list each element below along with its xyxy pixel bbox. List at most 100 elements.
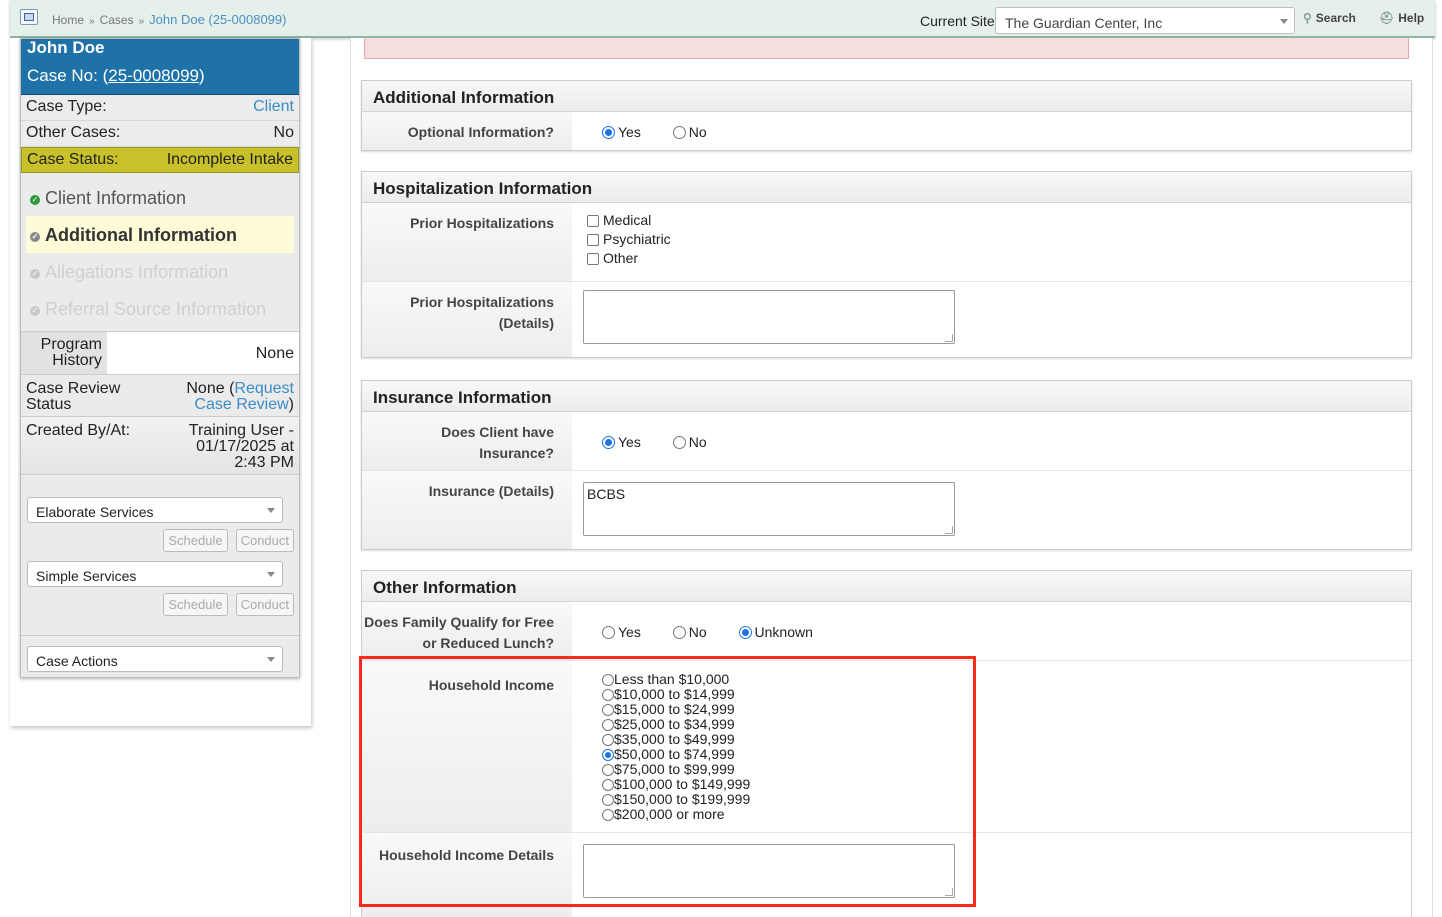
medical-checkbox-option[interactable]: Medical [587,211,1411,230]
current-site-label: Current Site [920,13,995,29]
case-status-value: Incomplete Intake [166,151,293,168]
client-name: John Doe [27,38,105,57]
search-label: Search [1315,11,1356,25]
lunch-unknown-option[interactable]: Unknown [738,624,813,640]
income-option[interactable]: $10,000 to $14,999 [602,687,1411,702]
income-option[interactable]: $200,000 or more [602,807,1411,822]
chevron-down-icon [267,657,275,662]
has-insurance-label: Does Client have Insurance? [362,412,572,470]
radio-button[interactable] [602,794,614,806]
insurance-yes-option[interactable]: Yes [602,434,641,450]
income-option[interactable]: $15,000 to $24,999 [602,702,1411,717]
case-header: John Doe Case No: (25-0008099) [21,39,299,95]
program-history-row: Program History None [21,331,299,375]
simple-services-select[interactable]: Simple Services [27,561,283,587]
insurance-details-textarea[interactable]: BCBS [583,482,955,536]
income-option[interactable]: $35,000 to $49,999 [602,732,1411,747]
prior-hospitalizations-row: Prior Hospitalizations Medical Psychiatr… [362,203,1411,282]
checkbox[interactable] [587,253,599,265]
elaborate-services-buttons: Schedule Conduct [21,523,299,552]
case-actions-value: Case Actions [36,653,118,669]
simple-schedule-button[interactable]: Schedule [163,593,228,616]
nav-client-information[interactable]: ✓ Client Information [21,179,299,216]
lunch-yes-option[interactable]: Yes [602,624,641,640]
radio-button[interactable] [672,126,686,139]
radio-button[interactable] [602,436,615,449]
other-checkbox-option[interactable]: Other [587,249,1411,268]
household-income-details-row: Household Income Details [362,833,1411,917]
help-link[interactable]: ⛑ Help [1379,11,1424,25]
prior-hospitalizations-details-field [572,282,1411,357]
breadcrumb-cases[interactable]: Cases [100,13,134,27]
free-lunch-field: Yes No Unknown [572,602,1411,660]
income-option[interactable]: $150,000 to $199,999 [602,792,1411,807]
created-value: Training User - 01/17/2025 at 2:43 PM [188,422,294,471]
nav-allegations-information: ✓ Allegations Information [30,262,229,282]
household-income-details-label: Household Income Details [362,833,572,917]
insurance-no-option[interactable]: No [672,434,707,450]
optional-no-option[interactable]: No [672,124,707,140]
case-number-link[interactable]: 25-0008099 [108,66,199,85]
checkbox[interactable] [587,215,599,227]
radio-button[interactable] [738,626,752,639]
case-type-label: Case Type: [26,98,107,115]
simple-services-buttons: Schedule Conduct [21,587,299,616]
search-link[interactable]: ⚲ Search [1303,11,1356,25]
prior-hospitalizations-label: Prior Hospitalizations [362,203,572,281]
radio-button[interactable] [602,764,614,776]
breadcrumb-current[interactable]: John Doe (25-0008099) [149,12,286,27]
section-title: Additional Information [362,81,1411,112]
breadcrumb-home[interactable]: Home [52,13,84,27]
radio-button[interactable] [602,689,614,701]
nav-additional-information[interactable]: ✓ Additional Information [26,216,294,253]
radio-button[interactable] [602,126,615,139]
case-status-label: Case Status: [27,151,119,168]
insurance-details-label: Insurance (Details) [362,471,572,549]
income-option[interactable]: $100,000 to $149,999 [602,777,1411,792]
radio-button[interactable] [672,626,686,639]
household-income-label: Household Income [362,661,572,832]
income-option[interactable]: $75,000 to $99,999 [602,762,1411,777]
radio-button[interactable] [602,749,614,761]
case-actions-select[interactable]: Case Actions [27,646,283,672]
household-income-row: Household Income Less than $10,000 $10,0… [362,661,1411,833]
elaborate-schedule-button[interactable]: Schedule [163,529,228,552]
radio-button[interactable] [672,436,686,449]
prior-hospitalizations-details-textarea[interactable] [583,290,955,344]
current-site-select[interactable]: The Guardian Center, Inc [995,7,1295,34]
other-information-section: Other Information Does Family Qualify fo… [361,570,1412,917]
case-card: John Doe Case No: (25-0008099) Case Type… [20,38,300,678]
case-type-value[interactable]: Client [253,98,294,117]
income-option[interactable]: Less than $10,000 [602,672,1411,687]
elaborate-conduct-button[interactable]: Conduct [235,529,294,552]
household-income-field: Less than $10,000 $10,000 to $14,999 $15… [572,661,1411,832]
checkbox[interactable] [587,234,599,246]
other-cases-label: Other Cases: [26,124,121,141]
optional-yes-option[interactable]: Yes [602,124,641,140]
has-insurance-field: Yes No [572,412,1411,470]
optional-information-field: Yes No [572,112,1411,150]
radio-button[interactable] [602,704,614,716]
section-title: Hospitalization Information [362,172,1411,203]
radio-button[interactable] [602,779,614,791]
simple-conduct-button[interactable]: Conduct [235,593,294,616]
income-option[interactable]: $25,000 to $34,999 [602,717,1411,732]
insurance-details-row: Insurance (Details) BCBS [362,471,1411,549]
household-income-details-textarea[interactable] [583,844,955,898]
app-menu-icon[interactable] [20,9,38,25]
elaborate-services-select[interactable]: Elaborate Services [27,497,283,523]
lunch-no-option[interactable]: No [672,624,707,640]
psychiatric-checkbox-option[interactable]: Psychiatric [587,230,1411,249]
radio-button[interactable] [602,719,614,731]
income-option-selected[interactable]: $50,000 to $74,999 [602,747,1411,762]
top-bar: Home» Cases» John Doe (25-0008099) Current… [10,0,1435,38]
prior-hospitalizations-field: Medical Psychiatric Other [572,203,1411,281]
radio-button[interactable] [602,674,614,686]
insurance-details-field: BCBS [572,471,1411,549]
program-history-label: Program History [21,332,107,374]
radio-button[interactable] [602,809,614,821]
radio-button[interactable] [602,734,614,746]
radio-button[interactable] [602,626,615,639]
chevron-down-icon [1280,19,1288,24]
current-site-value: The Guardian Center, Inc [1005,15,1163,31]
